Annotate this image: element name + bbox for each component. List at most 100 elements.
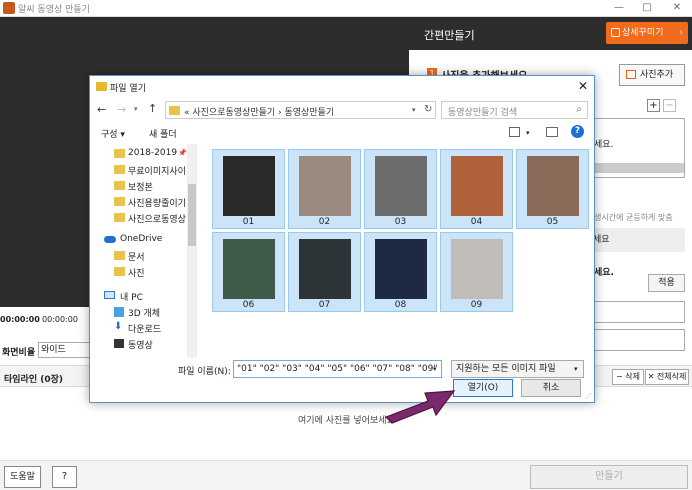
- download-icon: ⬇: [114, 321, 123, 332]
- minus-button[interactable]: −: [663, 99, 676, 112]
- tree-item-label: 2018-2019: [128, 148, 178, 158]
- tree-item-label: 사진: [128, 269, 145, 279]
- file-label: 03: [394, 217, 407, 227]
- tree-item[interactable]: 사진: [90, 264, 190, 280]
- file-label: 05: [546, 217, 559, 227]
- file-label: 01: [242, 217, 255, 227]
- maximize-button[interactable]: □: [634, 0, 660, 16]
- file-item[interactable]: 01: [212, 149, 285, 229]
- 3d-objects-icon: [114, 307, 124, 317]
- file-item[interactable]: 05: [516, 149, 589, 229]
- tree-item[interactable]: 2018-2019 📌: [90, 146, 190, 162]
- computer-icon: [104, 291, 115, 299]
- panel-title: 간편만들기: [424, 29, 475, 42]
- file-item[interactable]: 03: [364, 149, 437, 229]
- tree-item-onedrive[interactable]: OneDrive: [90, 232, 190, 248]
- file-label: 07: [318, 300, 331, 310]
- tree-item-this-pc[interactable]: 내 PC: [90, 288, 190, 304]
- chevron-down-icon[interactable]: ▾: [412, 106, 416, 114]
- detail-decorate-button[interactable]: 상세꾸미기 ›: [606, 22, 688, 44]
- apply-button[interactable]: 적용: [648, 274, 685, 292]
- dialog-title: 파일 열기: [110, 84, 146, 94]
- file-thumbnail: [299, 156, 351, 216]
- tree-scrollbar[interactable]: [187, 144, 197, 358]
- text-input-2[interactable]: [593, 329, 685, 351]
- arrow-shape: [384, 390, 456, 424]
- search-input[interactable]: 동영상만들기 검색 ⌕: [441, 101, 588, 119]
- view-icon[interactable]: [509, 127, 520, 137]
- file-item[interactable]: 04: [440, 149, 513, 229]
- up-arrow-icon[interactable]: ↑: [148, 102, 157, 115]
- ratio-label: 화면비율: [2, 348, 36, 358]
- folder-icon: [114, 267, 125, 276]
- tree-item[interactable]: ⬇ 다운로드: [90, 320, 190, 336]
- filetype-select[interactable]: 지원하는 모든 이미지 파일: [451, 360, 584, 378]
- folder-icon: [114, 149, 125, 158]
- add-photo-button[interactable]: 사진추가: [619, 64, 685, 86]
- tree-item[interactable]: 사진용량줄이기: [90, 194, 190, 210]
- file-thumbnail: [223, 239, 275, 299]
- list-selection-bar: [594, 163, 684, 173]
- question-button[interactable]: ?: [52, 466, 77, 488]
- file-item[interactable]: 06: [212, 232, 285, 312]
- delete-button[interactable]: − 삭제: [612, 369, 644, 385]
- file-item[interactable]: 02: [288, 149, 361, 229]
- address-bar[interactable]: « 사진으로동영상만들기 › 동영상만들기 ▾ ↻: [165, 101, 436, 119]
- tree-scrollbar-thumb[interactable]: [188, 184, 196, 246]
- onedrive-icon: [104, 236, 116, 243]
- tree-item-label: 내 PC: [120, 293, 143, 303]
- cancel-button[interactable]: 취소: [521, 379, 581, 397]
- app-title: 알씨 동영상 만들기: [18, 5, 90, 15]
- recent-chevron-icon[interactable]: ▾: [134, 105, 138, 113]
- folder-icon: [96, 82, 107, 91]
- list-hint-text: 세요.: [594, 140, 614, 150]
- help-icon[interactable]: ?: [571, 125, 584, 138]
- tree-item-label: 문서: [128, 253, 145, 263]
- close-button[interactable]: ✕: [664, 0, 690, 16]
- file-thumbnail: [451, 156, 503, 216]
- video-icon: [114, 339, 124, 348]
- tree-item[interactable]: 동영상: [90, 336, 190, 352]
- right-panel-header: 간편만들기 상세꾸미기 ›: [409, 17, 692, 50]
- minimize-button[interactable]: —: [606, 0, 632, 16]
- organize-button[interactable]: 구성 ▾: [101, 127, 125, 140]
- ratio-select[interactable]: 와이드 (16:9): [38, 342, 90, 358]
- annotation-arrow-icon: [384, 390, 456, 424]
- plus-button[interactable]: +: [647, 99, 660, 112]
- filetype-chevron-icon[interactable]: ▾: [574, 365, 578, 373]
- tree-item[interactable]: 무료이미지사이: [90, 162, 190, 178]
- tree-item-label: 3D 개체: [128, 309, 161, 319]
- tree-item[interactable]: 3D 개체: [90, 304, 190, 320]
- back-arrow-icon[interactable]: ←: [97, 103, 106, 116]
- resize-grip-icon[interactable]: ⋰: [585, 392, 592, 400]
- view-chevron-icon[interactable]: ▾: [526, 129, 530, 137]
- make-button[interactable]: 만들기: [530, 465, 688, 489]
- delete-all-button[interactable]: ✕ 전체삭제: [645, 369, 689, 385]
- preview-pane-icon[interactable]: [546, 127, 558, 137]
- text-input-1[interactable]: [593, 301, 685, 323]
- file-thumbnail: [375, 156, 427, 216]
- file-item[interactable]: 09: [440, 232, 513, 312]
- music-field[interactable]: 세요: [593, 228, 685, 252]
- file-item[interactable]: 08: [364, 232, 437, 312]
- new-folder-button[interactable]: 새 폴더: [149, 127, 177, 140]
- detail-button-label: 상세꾸미기: [622, 28, 664, 38]
- folder-tree: 2018-2019 📌 무료이미지사이 보정본 사진용량줄이기 사진으로동영상 …: [90, 144, 200, 358]
- tree-item[interactable]: 보정본: [90, 178, 190, 194]
- breadcrumb[interactable]: « 사진으로동영상만들기 › 동영상만들기: [184, 105, 334, 118]
- file-grid: 01 02 03 04 05 06 07 08 09: [206, 144, 589, 358]
- folder-icon: [114, 213, 125, 222]
- forward-arrow-icon[interactable]: →: [117, 103, 126, 116]
- refresh-icon[interactable]: ↻: [424, 104, 432, 115]
- photo-icon: [626, 70, 636, 79]
- help-button[interactable]: 도움말: [4, 466, 41, 488]
- filename-input[interactable]: "01" "02" "03" "04" "05" "06" "07" "08" …: [233, 360, 442, 378]
- dialog-close-button[interactable]: ✕: [578, 79, 588, 93]
- photo-list-box[interactable]: 세요.: [593, 118, 685, 178]
- filename-chevron-icon[interactable]: ▾: [433, 365, 437, 373]
- decorate-icon: [611, 28, 620, 37]
- tree-item[interactable]: 사진으로동영상: [90, 210, 190, 226]
- file-item[interactable]: 07: [288, 232, 361, 312]
- tree-item[interactable]: 문서: [90, 248, 190, 264]
- file-label: 09: [470, 300, 483, 310]
